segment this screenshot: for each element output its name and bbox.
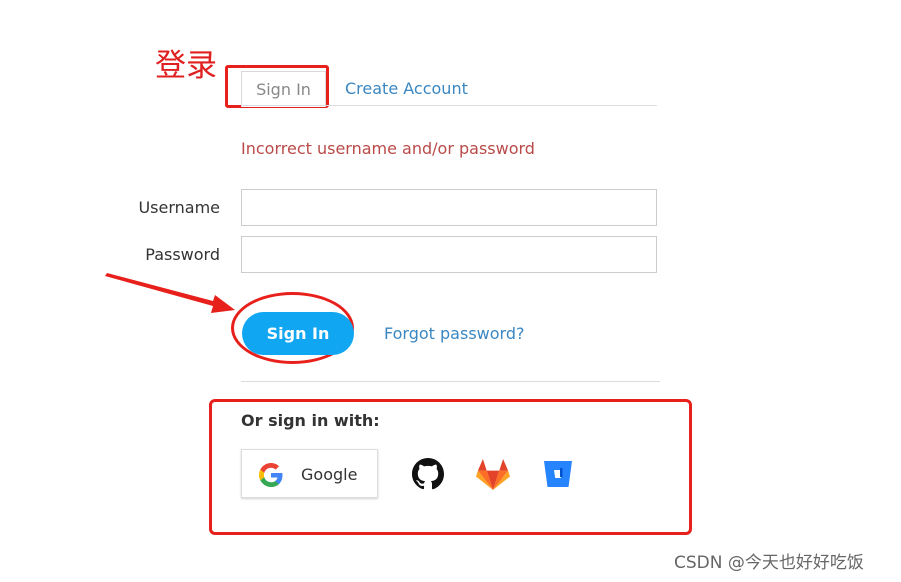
watermark: CSDN @今天也好好吃饭 (674, 553, 864, 573)
annotation-title: 登录 (155, 48, 217, 84)
username-field[interactable] (241, 189, 657, 226)
google-label: Google (301, 465, 358, 484)
sign-in-button[interactable]: Sign In (242, 312, 354, 355)
username-label: Username (138, 198, 220, 217)
password-field[interactable] (241, 236, 657, 273)
github-icon[interactable] (412, 458, 444, 490)
tab-sign-in[interactable]: Sign In (241, 71, 326, 107)
tab-divider (241, 105, 657, 106)
annotation-arrow (105, 273, 235, 313)
google-icon (259, 463, 283, 487)
bitbucket-icon[interactable] (543, 460, 573, 488)
error-message: Incorrect username and/or password (241, 139, 535, 158)
gitlab-icon[interactable] (476, 459, 510, 490)
section-divider (241, 381, 660, 382)
social-heading: Or sign in with: (241, 411, 380, 430)
forgot-password-link[interactable]: Forgot password? (384, 324, 524, 344)
password-label: Password (145, 245, 220, 264)
tab-create-account[interactable]: Create Account (345, 79, 468, 99)
google-sign-in-button[interactable]: Google (241, 449, 378, 498)
